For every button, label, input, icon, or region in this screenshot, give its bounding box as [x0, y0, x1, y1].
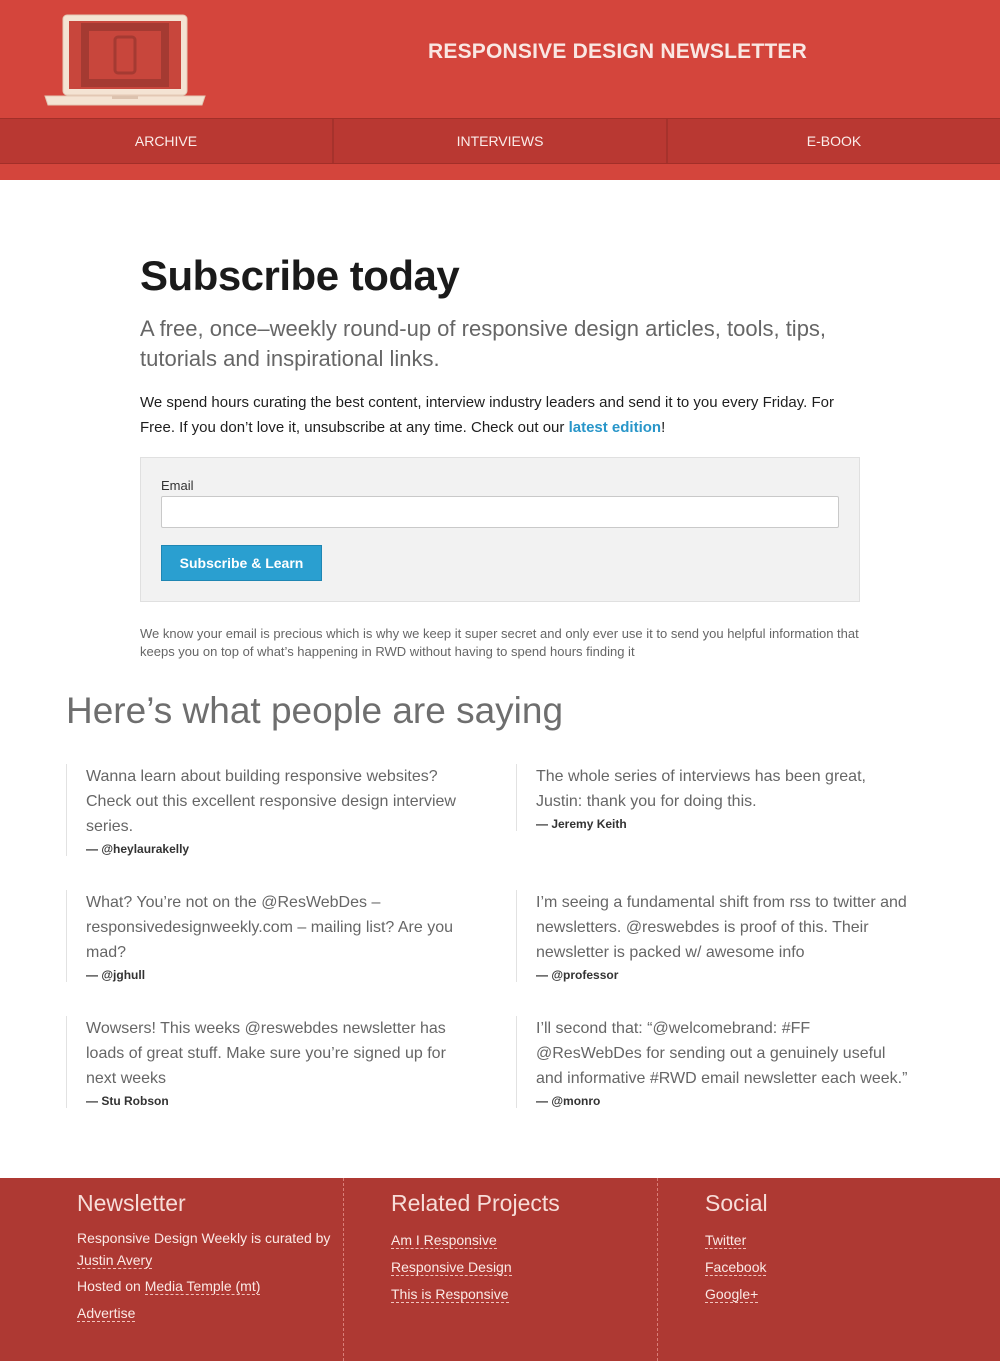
list-item: Am I Responsive: [391, 1227, 657, 1254]
laptop-with-phone-icon[interactable]: [44, 12, 206, 108]
social-links-list: Twitter Facebook Google+: [705, 1227, 971, 1308]
social-link-twitter[interactable]: Twitter: [705, 1232, 747, 1249]
intro-text-body: We spend hours curating the best content…: [140, 394, 834, 436]
page-title: Subscribe today: [140, 252, 460, 299]
advertise-link[interactable]: Advertise: [77, 1305, 136, 1322]
testimonial-author: — Jeremy Keith: [536, 817, 627, 831]
hosted-on-text: Hosted on Media Temple (mt): [77, 1275, 343, 1297]
testimonial: What? You’re not on the @ResWebDes – res…: [66, 890, 466, 982]
site-footer: Newsletter Responsive Design Weekly is c…: [0, 1178, 1000, 1361]
testimonial-text: I’m seeing a fundamental shift from rss …: [536, 894, 907, 961]
testimonial-author: — @jghull: [86, 968, 146, 982]
site-header: RESPONSIVE DESIGN NEWSLETTER ARCHIVE INT…: [0, 0, 1000, 180]
footer-heading-related: Related Projects: [391, 1190, 560, 1216]
host-link[interactable]: Media Temple (mt): [144, 1278, 261, 1295]
main-nav: ARCHIVE INTERVIEWS E-BOOK: [0, 118, 1000, 164]
nav-item-ebook[interactable]: E-BOOK: [668, 119, 1000, 163]
testimonial-author: — @heylaurakelly: [86, 842, 190, 856]
subscribe-form: Email Subscribe & Learn: [140, 457, 860, 602]
footer-heading-newsletter: Newsletter: [77, 1190, 186, 1216]
nav-item-interviews[interactable]: INTERVIEWS: [334, 119, 668, 163]
intro-text: We spend hours curating the best content…: [140, 390, 860, 440]
testimonial: Wanna learn about building responsive we…: [66, 764, 466, 856]
subscribe-section: Subscribe today A free, once–weekly roun…: [140, 250, 860, 440]
social-link-googleplus[interactable]: Google+: [705, 1286, 759, 1303]
list-item: This is Responsive: [391, 1281, 657, 1308]
privacy-note: We know your email is precious which is …: [140, 626, 859, 659]
social-link-facebook[interactable]: Facebook: [705, 1259, 767, 1276]
related-link-responsive-design[interactable]: Responsive Design: [391, 1259, 512, 1276]
list-item: Responsive Design: [391, 1254, 657, 1281]
related-link-this-is-responsive[interactable]: This is Responsive: [391, 1286, 509, 1303]
testimonial-author: — Stu Robson: [86, 1094, 169, 1108]
testimonial-text: I’ll second that: “@welcomebrand: #FF @R…: [536, 1020, 908, 1087]
subscribe-button[interactable]: Subscribe & Learn: [161, 545, 322, 581]
testimonial-text: What? You’re not on the @ResWebDes – res…: [86, 894, 453, 961]
testimonial: I’ll second that: “@welcomebrand: #FF @R…: [516, 1016, 916, 1108]
testimonial-text: Wowsers! This weeks @reswebdes newslette…: [86, 1020, 446, 1087]
testimonial: I’m seeing a fundamental shift from rss …: [516, 890, 916, 982]
advertise-row: Advertise: [77, 1302, 343, 1324]
footer-heading-social: Social: [705, 1190, 768, 1216]
testimonial-text: The whole series of interviews has been …: [536, 768, 866, 810]
curated-by-text: Responsive Design Weekly is curated by J…: [77, 1227, 343, 1271]
testimonial: Wowsers! This weeks @reswebdes newslette…: [66, 1016, 466, 1108]
related-links-list: Am I Responsive Responsive Design This i…: [391, 1227, 657, 1308]
list-item: Google+: [705, 1281, 971, 1308]
list-item: Twitter: [705, 1227, 971, 1254]
nav-item-archive[interactable]: ARCHIVE: [0, 119, 334, 163]
site-title: RESPONSIVE DESIGN NEWSLETTER: [428, 40, 807, 63]
testimonials-heading: Here’s what people are saying: [66, 690, 564, 731]
curator-link[interactable]: Justin Avery: [77, 1252, 153, 1269]
latest-edition-link[interactable]: latest edition: [569, 419, 662, 436]
testimonial-text: Wanna learn about building responsive we…: [86, 768, 456, 835]
testimonial: The whole series of interviews has been …: [516, 764, 916, 831]
footer-related-projects: Related Projects Am I Responsive Respons…: [343, 1178, 657, 1361]
footer-social: Social Twitter Facebook Google+: [657, 1178, 971, 1361]
footer-newsletter: Newsletter Responsive Design Weekly is c…: [0, 1178, 343, 1361]
testimonial-author: — @monro: [536, 1094, 601, 1108]
intro-text-end: !: [661, 419, 666, 436]
email-label: Email: [161, 478, 194, 493]
testimonial-author: — @professor: [536, 968, 619, 982]
curated-label: Responsive Design Weekly is curated by: [77, 1230, 331, 1246]
hosted-label: Hosted on: [77, 1278, 145, 1294]
related-link-am-i-responsive[interactable]: Am I Responsive: [391, 1232, 497, 1249]
lead-text: A free, once–weekly round-up of responsi…: [140, 316, 827, 371]
list-item: Facebook: [705, 1254, 971, 1281]
email-field[interactable]: [161, 496, 839, 528]
